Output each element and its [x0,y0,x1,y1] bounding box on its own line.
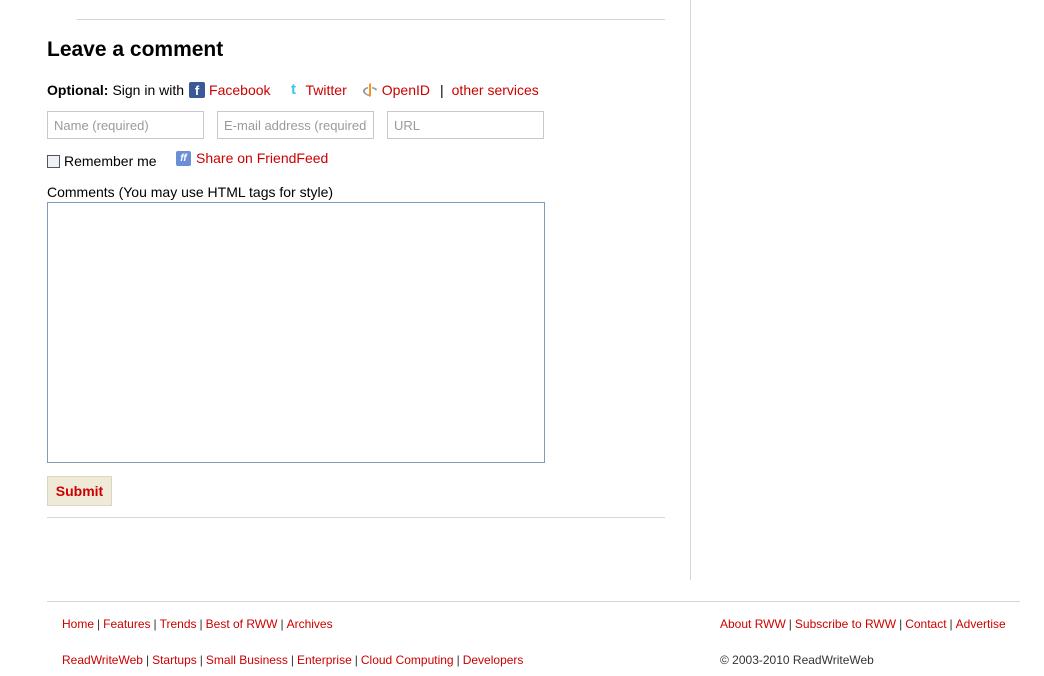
sign-in-row: Optional: Sign in with f Facebook t Twit… [47,82,549,98]
footer-nav-sections: ReadWriteWeb | Startups | Small Business | Ent… [62,653,524,667]
footer-link-small-business[interactable]: Small Business [206,653,288,667]
twitter-link[interactable]: Twitter [306,82,347,98]
share-friendfeed-link[interactable]: Share on FriendFeed [196,150,328,166]
footer-link-contact[interactable]: Contact [905,617,946,631]
bottom-divider [47,517,665,518]
optional-label: Optional: [47,82,109,98]
footer-link-about[interactable]: About RWW [720,617,786,631]
remember-me-checkbox[interactable] [47,154,60,168]
comments-label: Comments (You may use HTML tags for styl… [47,184,334,200]
footer-divider [47,601,1020,602]
facebook-icon[interactable]: f [189,82,206,98]
footer-link-readwriteweb[interactable]: ReadWriteWeb [62,653,143,667]
url-field[interactable] [387,111,544,139]
submit-button[interactable]: Submit [47,476,112,506]
footer-nav-primary: Home | Features | Trends | Best of RWW | Archive… [62,617,333,631]
friendfeed-icon[interactable]: ff [176,150,191,166]
footer-link-cloud-computing[interactable]: Cloud Computing [361,653,454,667]
footer-link-archives[interactable]: Archives [287,617,333,631]
footer-link-features[interactable]: Features [103,617,150,631]
footer-link-trends[interactable]: Trends [160,617,197,631]
footer-link-subscribe[interactable]: Subscribe to RWW [795,617,896,631]
footer-link-startups[interactable]: Startups [152,653,197,667]
copyright-text: © 2003-2010 ReadWriteWeb [720,653,874,667]
friendfeed-share[interactable]: ff Share on FriendFeed [176,150,328,166]
footer-link-home[interactable]: Home [62,617,94,631]
facebook-link[interactable]: Facebook [209,82,270,98]
twitter-icon[interactable]: t [286,82,302,98]
footer-link-advertise[interactable]: Advertise [956,617,1006,631]
comments-textarea[interactable] [47,202,545,463]
email-field[interactable] [217,111,374,139]
footer-link-enterprise[interactable]: Enterprise [297,653,352,667]
remember-me-control[interactable]: Remember me [47,153,157,169]
separator: | [440,82,444,98]
openid-link[interactable]: OpenID [382,82,430,98]
comment-heading: Leave a comment [47,38,224,61]
footer-link-developers[interactable]: Developers [463,653,524,667]
name-field[interactable] [47,111,204,139]
footer-link-best-of-rww[interactable]: Best of RWW [206,617,278,631]
footer-nav-about: About RWW | Subscribe to RWW | Contact | Adver… [720,617,1006,631]
top-divider [77,19,665,20]
openid-icon[interactable] [362,82,378,98]
other-services-link[interactable]: other services [452,82,539,98]
sidebar-divider [690,0,691,580]
sign-in-text: Sign in with [112,82,185,98]
remember-me-label: Remember me [64,153,157,169]
